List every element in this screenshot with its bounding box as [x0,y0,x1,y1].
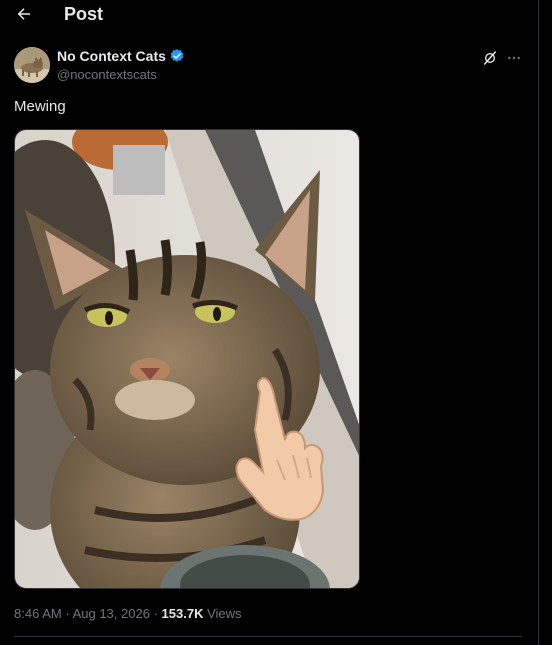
verified-badge-icon [170,49,184,62]
post-meta: 8:46 AM · Aug 13, 2026 · 153.7K Views [14,606,242,621]
display-name: No Context Cats [57,48,166,64]
more-horizontal-icon [508,56,520,60]
meta-separator: · [153,606,158,621]
post-date[interactable]: Aug 13, 2026 [73,606,150,621]
page-title: Post [64,4,104,24]
back-button[interactable] [12,3,36,25]
avatar[interactable] [14,47,50,83]
post-author: No Context Cats @nocontextscats [14,46,524,86]
author-handle[interactable]: @nocontextscats [57,67,157,82]
post-time[interactable]: 8:46 AM [14,606,62,621]
post-text: Mewing [14,98,66,115]
post-media-photo[interactable] [14,129,360,589]
grok-button[interactable] [480,48,500,68]
avatar-cat-image [14,47,50,83]
grok-icon [483,51,497,65]
more-options-button[interactable] [504,48,524,68]
arrow-left-icon [17,8,30,20]
divider [14,636,522,637]
cat-photo [15,130,359,588]
views-count: 153.7K [161,606,204,621]
display-name-link[interactable]: No Context Cats [57,48,185,64]
post-header: Post [0,0,538,30]
views-label: Views [207,606,242,621]
column-border [538,0,539,645]
meta-separator: · [65,606,70,621]
post-page: Post No Context Cats @nocontextscats Mew… [0,0,552,645]
